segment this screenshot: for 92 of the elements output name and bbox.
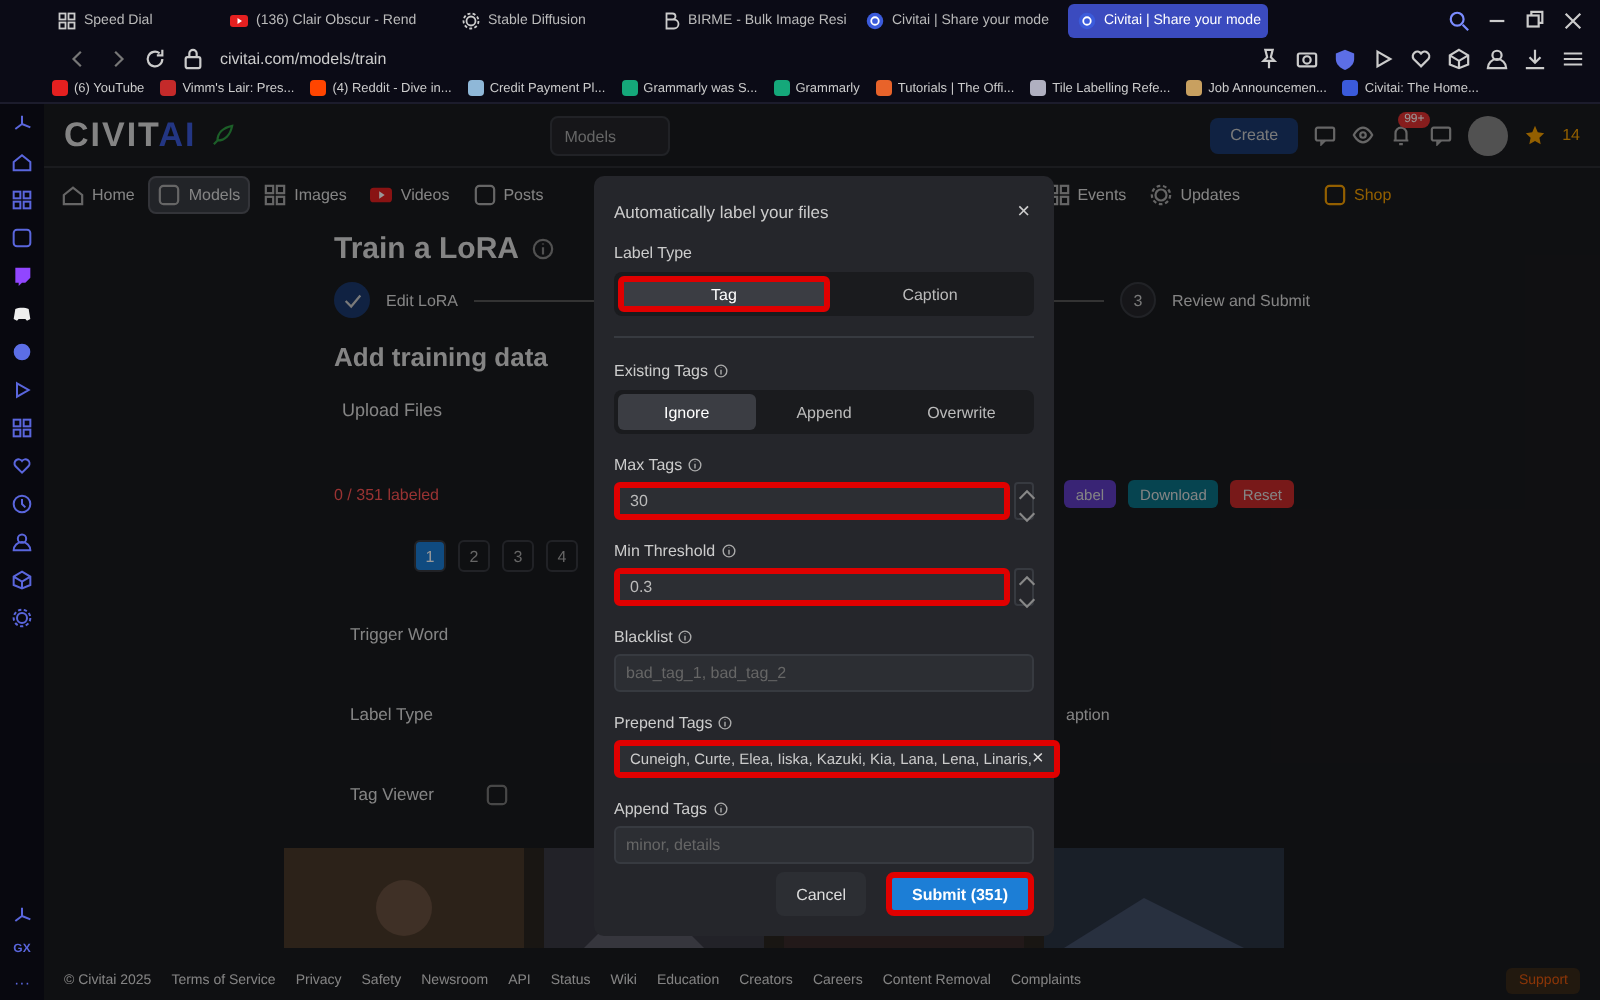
site-logo[interactable]: CIVITAI <box>64 115 197 155</box>
square-icon[interactable] <box>12 228 32 248</box>
restore-icon[interactable] <box>1524 10 1546 32</box>
info-icon[interactable] <box>713 801 728 815</box>
field-label: Min Threshold <box>614 541 716 559</box>
dot-icon[interactable] <box>12 342 32 362</box>
pin-icon[interactable] <box>1258 47 1280 69</box>
submit-button[interactable]: Submit (351) <box>885 872 1034 916</box>
field-label: Prepend Tags <box>614 713 713 731</box>
nav-icon <box>1150 183 1173 205</box>
section-title: Add training data <box>334 342 548 372</box>
grid-icon[interactable] <box>12 418 32 438</box>
step-label: Edit LoRA <box>386 291 459 309</box>
search-icon[interactable] <box>1448 10 1470 32</box>
page-button[interactable]: 1 <box>414 540 446 572</box>
menu-icon[interactable] <box>1562 47 1584 69</box>
gear-icon <box>462 12 480 30</box>
modal-title: Automatically label your files <box>614 202 829 222</box>
bell-icon[interactable] <box>1390 123 1413 145</box>
step-label: Review and Submit <box>1172 291 1310 309</box>
info-icon[interactable] <box>718 715 733 729</box>
labeled-count: 0 / 351 labeled <box>334 485 439 503</box>
play-icon[interactable] <box>1372 47 1394 69</box>
close-button[interactable]: × <box>1013 201 1034 223</box>
video-icon <box>230 12 248 30</box>
clear-button[interactable]: × <box>1031 749 1044 769</box>
reload-icon[interactable] <box>144 47 166 69</box>
field-label: Label Type <box>614 243 692 261</box>
option-label: aption <box>1066 705 1110 723</box>
create-button[interactable]: Create <box>1210 117 1299 153</box>
site-icon <box>866 12 884 30</box>
field-label: Blacklist <box>614 627 673 645</box>
field-label: Label Type <box>350 704 435 724</box>
info-icon[interactable] <box>721 543 736 557</box>
letter-icon <box>662 12 680 30</box>
number-input[interactable]: 30 <box>614 482 1010 520</box>
page-button[interactable]: 3 <box>502 540 534 572</box>
settings-icon[interactable] <box>12 608 32 628</box>
text-input[interactable]: minor, details <box>614 826 1034 864</box>
nav-link[interactable]: Home <box>52 175 145 213</box>
nav-link[interactable]: Videos <box>360 175 460 213</box>
cancel-button[interactable]: Cancel <box>776 872 866 916</box>
nav-icon <box>62 183 84 205</box>
page-button[interactable]: 2 <box>458 540 490 572</box>
home-icon[interactable] <box>12 152 32 172</box>
person-icon[interactable] <box>1486 47 1508 69</box>
chat-icon[interactable] <box>1430 124 1453 146</box>
avatar[interactable] <box>1468 115 1509 155</box>
grid-icon[interactable] <box>12 190 32 210</box>
field-label: Max Tags <box>614 455 683 473</box>
camera-icon[interactable] <box>1296 47 1318 69</box>
segment-option[interactable]: Caption <box>830 276 1030 312</box>
lock-icon <box>182 47 204 69</box>
info-icon[interactable] <box>678 629 693 643</box>
nav-icon <box>473 183 496 205</box>
site-icon <box>1078 12 1096 30</box>
info-icon[interactable] <box>714 363 728 377</box>
nav-icon <box>158 183 181 205</box>
eye-icon[interactable] <box>1352 124 1375 146</box>
segment-option[interactable]: Ignore <box>618 394 756 430</box>
page-title: Train a LoRA <box>334 232 520 266</box>
upload-label: Upload Files <box>342 400 443 420</box>
step-indicator: 3 <box>1120 282 1157 318</box>
segment-option[interactable]: Append <box>755 394 893 430</box>
field-label: Append Tags <box>614 799 708 817</box>
nav-icon <box>370 183 393 205</box>
grid-icon <box>58 12 76 30</box>
clock-icon[interactable] <box>12 494 32 514</box>
more-button[interactable]: ··· <box>14 974 30 992</box>
text-input[interactable]: bad_tag_1, bad_tag_2 <box>614 654 1034 692</box>
field-label: Tag Viewer <box>350 784 436 804</box>
nav-icon <box>264 183 287 205</box>
page-button[interactable]: 4 <box>546 540 578 572</box>
search-scope[interactable]: Models <box>550 115 671 155</box>
download-icon[interactable] <box>1524 47 1546 69</box>
twitch-icon[interactable] <box>12 266 32 286</box>
field-label: Trigger Word <box>350 624 451 644</box>
nav-link[interactable]: Updates <box>1140 175 1250 213</box>
info-icon[interactable] <box>688 457 703 471</box>
nav-link[interactable]: Shop <box>1313 175 1402 213</box>
shield-icon[interactable] <box>1334 47 1356 69</box>
segment-option[interactable]: Overwrite <box>892 394 1031 430</box>
field-label: Existing Tags <box>614 361 708 379</box>
buzz-count: 14 <box>1562 126 1580 144</box>
nav-link[interactable]: Images <box>254 175 357 213</box>
check-icon <box>341 289 363 311</box>
segment-option[interactable]: Tag <box>618 276 830 312</box>
number-input[interactable]: 0.3 <box>614 568 1010 606</box>
nav-link[interactable]: Models <box>148 175 251 213</box>
close-icon[interactable] <box>1562 10 1584 32</box>
nav-icon <box>1323 183 1346 205</box>
nav-link[interactable]: Posts <box>463 175 554 213</box>
